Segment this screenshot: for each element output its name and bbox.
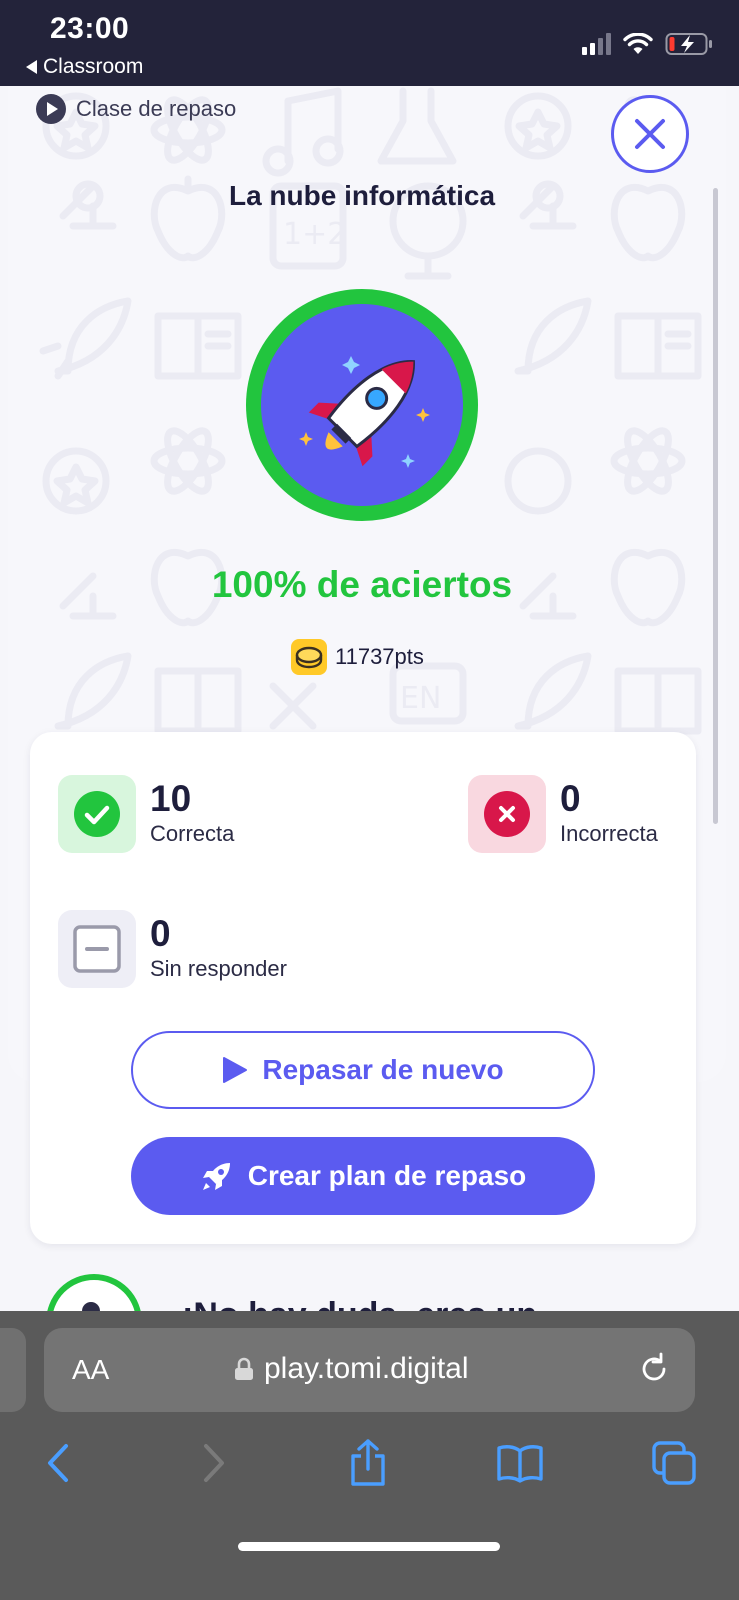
breadcrumb[interactable]: Clase de repaso xyxy=(36,94,236,124)
review-again-label: Repasar de nuevo xyxy=(262,1054,504,1085)
text-size-button[interactable]: AA xyxy=(72,1354,109,1386)
book-icon xyxy=(497,1445,543,1483)
wifi-icon xyxy=(623,33,653,54)
points-display: 11737pts xyxy=(291,639,424,675)
close-button[interactable] xyxy=(611,95,689,173)
url-display[interactable]: play.tomi.digital xyxy=(234,1352,469,1386)
svg-text:1+2: 1+2 xyxy=(283,217,346,252)
share-icon xyxy=(351,1439,385,1486)
home-indicator[interactable] xyxy=(238,1542,500,1551)
incorrect-icon xyxy=(468,775,546,853)
status-bar: 23:00 Classroom xyxy=(0,0,739,86)
results-card: 10 Correcta 0 Incorrecta 0 Sin responder… xyxy=(30,732,696,1244)
correct-icon xyxy=(58,775,136,853)
rocket-icon xyxy=(299,356,430,468)
score-text: 100% de aciertos xyxy=(211,564,513,605)
create-plan-button[interactable]: Crear plan de repaso xyxy=(131,1137,595,1215)
play-icon xyxy=(223,1057,248,1083)
back-app-label: Classroom xyxy=(43,55,144,78)
page-scrollbar[interactable] xyxy=(713,188,718,824)
stat-unanswered: 0 Sin responder xyxy=(58,910,287,988)
cellular-signal-icon xyxy=(582,33,611,55)
status-icons xyxy=(582,32,713,56)
chevron-left-icon xyxy=(48,1444,68,1482)
points-value: 11737pts xyxy=(335,644,424,669)
close-icon xyxy=(635,119,665,149)
create-plan-label: Crear plan de repaso xyxy=(247,1160,527,1191)
breadcrumb-label: Clase de repaso xyxy=(76,96,237,121)
share-button[interactable] xyxy=(338,1433,398,1493)
battery-charging-icon xyxy=(665,33,712,55)
lesson-title: La nube informática xyxy=(228,180,496,211)
review-again-button[interactable]: Repasar de nuevo xyxy=(131,1031,595,1109)
avatar xyxy=(46,1274,142,1312)
next-section-peek: ¡No hay duda, eres un xyxy=(0,1260,739,1312)
play-circle-icon xyxy=(36,94,66,124)
correct-label: Correcta xyxy=(150,821,235,846)
tabs-icon xyxy=(652,1441,696,1485)
unanswered-count: 0 xyxy=(150,913,171,954)
bookmarks-button[interactable] xyxy=(490,1433,550,1493)
url-text: play.tomi.digital xyxy=(264,1352,469,1385)
forward-button[interactable] xyxy=(184,1433,244,1493)
browser-nav xyxy=(0,1433,739,1493)
previous-tab-preview[interactable] xyxy=(0,1328,26,1412)
rocket-icon xyxy=(202,1163,230,1190)
back-triangle-icon xyxy=(26,60,37,74)
next-section-heading: ¡No hay duda, eres un xyxy=(182,1296,537,1312)
status-time: 23:00 xyxy=(50,12,130,45)
address-bar[interactable]: AA play.tomi.digital xyxy=(44,1328,695,1412)
tabs-button[interactable] xyxy=(644,1433,704,1493)
achievement-badge xyxy=(246,289,478,521)
coin-icon xyxy=(291,639,327,675)
incorrect-count: 0 xyxy=(560,778,581,819)
unanswered-label: Sin responder xyxy=(150,956,287,981)
chevron-right-icon xyxy=(204,1444,224,1482)
correct-count: 10 xyxy=(150,778,192,819)
back-button[interactable] xyxy=(28,1433,88,1493)
reload-icon[interactable] xyxy=(637,1352,671,1386)
lock-icon xyxy=(235,1357,253,1380)
stat-incorrect: 0 Incorrecta xyxy=(468,775,658,853)
incorrect-label: Incorrecta xyxy=(560,821,658,846)
stat-correct: 10 Correcta xyxy=(58,775,234,853)
svg-text:EN: EN xyxy=(400,681,441,716)
browser-toolbar: AA play.tomi.digital xyxy=(0,1311,739,1600)
back-to-app-link[interactable]: Classroom xyxy=(26,55,143,79)
unanswered-icon xyxy=(58,910,136,988)
